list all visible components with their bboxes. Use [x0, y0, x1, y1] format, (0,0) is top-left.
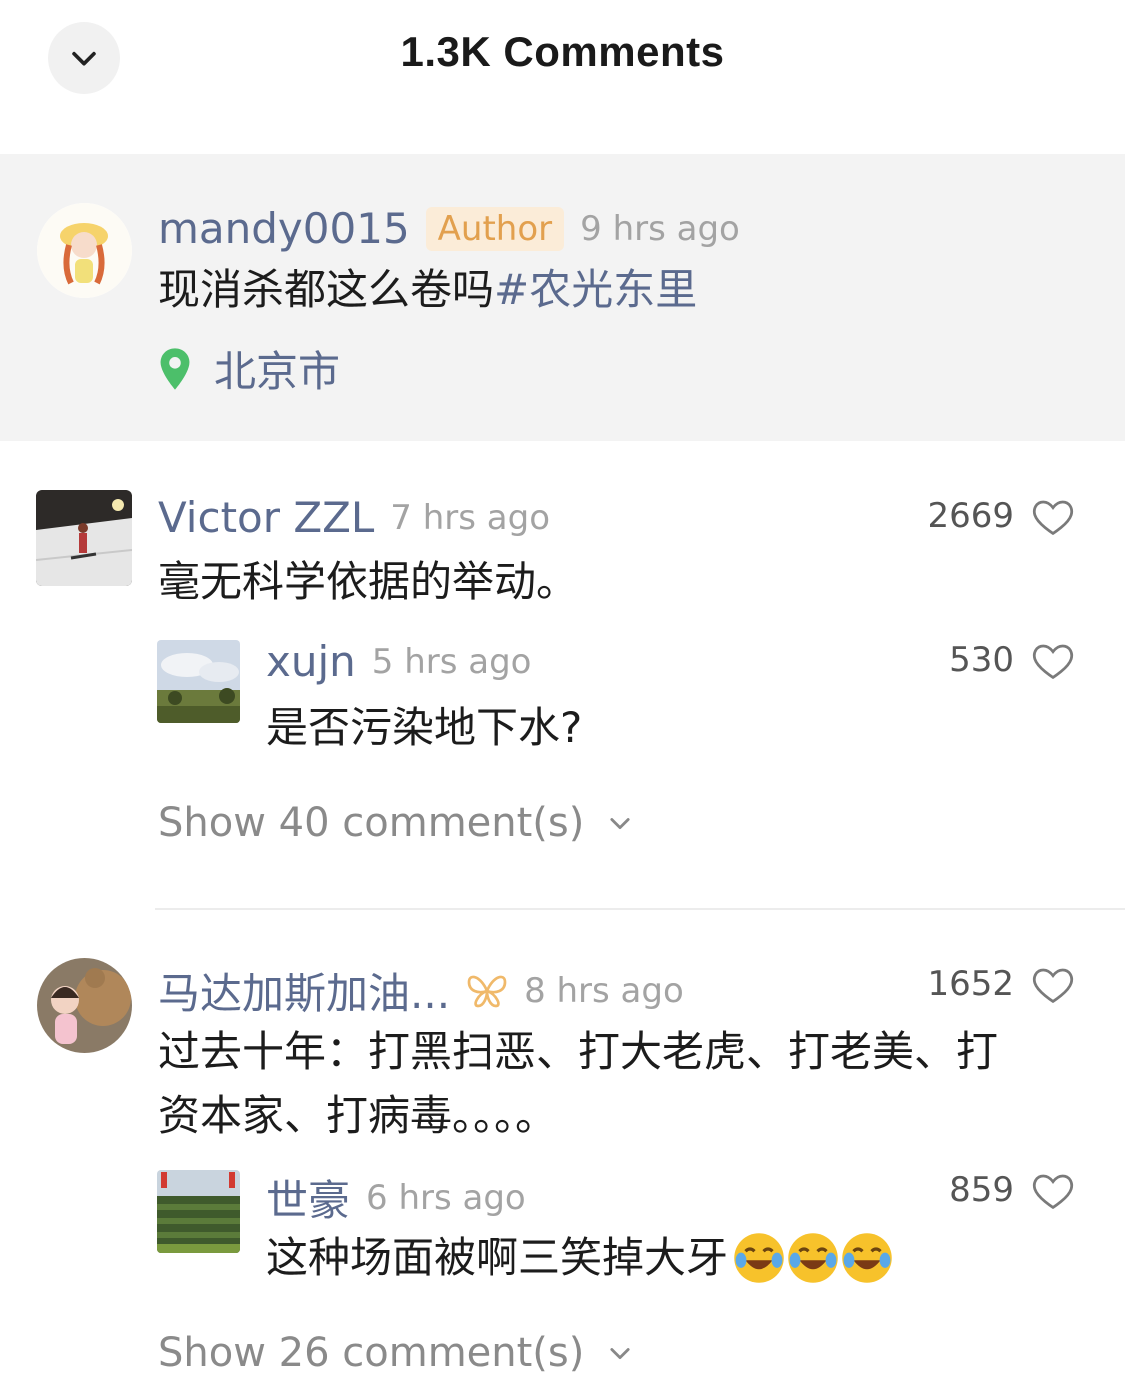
- post-text-line: 现消杀都这么卷吗#农光东里: [158, 260, 697, 320]
- heart-icon: [1032, 500, 1074, 536]
- heart-icon: [1032, 1174, 1074, 1210]
- show-more-replies-button[interactable]: Show 40 comment(s): [158, 800, 634, 846]
- like-button[interactable]: [1032, 498, 1074, 540]
- comment-username[interactable]: Victor ZZL: [158, 493, 374, 542]
- location-pin-icon: [160, 347, 190, 390]
- author-badge: Author: [425, 206, 565, 251]
- comment-text-line: 过去十年：打黑扫恶、打大老虎、打老美、打: [158, 1027, 999, 1076]
- like-count: 1652: [927, 964, 1014, 1004]
- author-avatar[interactable]: [37, 203, 132, 298]
- laughing-crying-emoji-icon: [734, 1233, 784, 1283]
- comment-username[interactable]: 马达加斯加油...: [158, 960, 450, 1021]
- like-button[interactable]: [1032, 642, 1074, 684]
- reply-avatar[interactable]: [157, 640, 240, 723]
- comment-text-line: 资本家、打病毒。。。。: [158, 1091, 558, 1140]
- divider: [155, 908, 1125, 910]
- reply-avatar[interactable]: [157, 1170, 240, 1253]
- reply-time: 5 hrs ago: [371, 641, 532, 682]
- like-count: 530: [949, 640, 1014, 680]
- like-count: 859: [949, 1170, 1014, 1210]
- chevron-down-icon: [610, 1348, 630, 1360]
- post-text: 现消杀都这么卷吗: [158, 265, 495, 314]
- vip-butterfly-icon: [467, 975, 507, 1007]
- reply-text-line: 这种场面被啊三笑掉大牙: [266, 1228, 894, 1288]
- like-button[interactable]: [1032, 1172, 1074, 1214]
- reply-text: 这种场面被啊三笑掉大牙: [266, 1233, 729, 1282]
- comment-time: 7 hrs ago: [390, 497, 551, 538]
- page-title: 1.3K Comments: [400, 28, 725, 75]
- show-more-label: Show 26 comment(s): [158, 1330, 585, 1376]
- reply-username[interactable]: xujn: [266, 637, 356, 686]
- comment-time: 8 hrs ago: [524, 970, 684, 1011]
- location-label: 北京市: [214, 347, 341, 396]
- commenter-avatar[interactable]: [36, 490, 132, 586]
- heart-icon: [1032, 644, 1074, 680]
- reply-time: 6 hrs ago: [366, 1177, 526, 1218]
- heart-icon: [1032, 968, 1074, 1004]
- laughing-crying-emoji-icon: [842, 1233, 892, 1283]
- show-more-replies-button[interactable]: Show 26 comment(s): [158, 1330, 634, 1376]
- post-hashtag[interactable]: #农光东里: [494, 265, 697, 314]
- post-time: 9 hrs ago: [580, 208, 740, 249]
- author-username[interactable]: mandy0015: [158, 204, 410, 253]
- laughing-crying-emoji-icon: [788, 1233, 838, 1283]
- reply-text: 是否污染地下水?: [266, 703, 583, 752]
- comment-text: 毫无科学依据的举动。: [158, 557, 579, 606]
- show-more-label: Show 40 comment(s): [158, 800, 585, 846]
- commenter-avatar[interactable]: [37, 958, 132, 1053]
- chevron-down-icon: [610, 818, 630, 830]
- reply-username[interactable]: 世豪: [266, 1167, 350, 1228]
- post-location[interactable]: 北京市: [158, 338, 340, 399]
- like-button[interactable]: [1032, 966, 1074, 1008]
- emoji-group: [732, 1231, 894, 1285]
- like-count: 2669: [927, 496, 1014, 536]
